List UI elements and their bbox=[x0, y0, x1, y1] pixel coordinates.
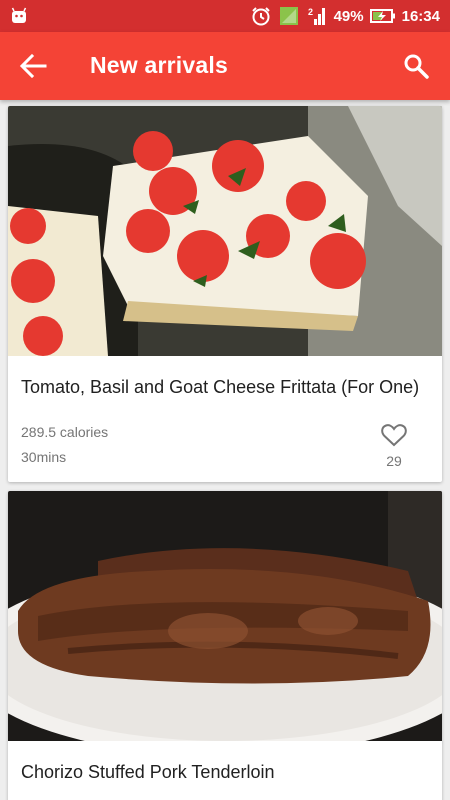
battery-percent: 49% bbox=[333, 7, 364, 25]
recipe-calories: 289.5 calories bbox=[21, 424, 109, 440]
recipe-title[interactable]: Tomato, Basil and Goat Cheese Frittata (… bbox=[21, 377, 419, 398]
frittata-photo[interactable] bbox=[8, 106, 442, 356]
sim-label: 2 bbox=[308, 7, 313, 17]
search-icon[interactable] bbox=[402, 52, 430, 80]
signal-icon bbox=[279, 7, 298, 25]
pork-tenderloin-photo[interactable] bbox=[8, 491, 442, 741]
android-notification-icon bbox=[11, 7, 27, 23]
recipe-card[interactable]: Chorizo Stuffed Pork Tenderloin bbox=[8, 491, 442, 800]
heart-icon[interactable] bbox=[380, 422, 408, 448]
arrow-back-icon[interactable] bbox=[18, 52, 48, 80]
battery-charging-icon bbox=[369, 9, 395, 23]
status-bar: 2 49% 16:34 bbox=[0, 0, 450, 32]
clock: 16:34 bbox=[401, 7, 440, 25]
recipe-title[interactable]: Chorizo Stuffed Pork Tenderloin bbox=[21, 762, 275, 783]
app-bar: New arrivals bbox=[0, 32, 450, 100]
recipe-card[interactable]: Tomato, Basil and Goat Cheese Frittata (… bbox=[8, 106, 442, 482]
page-title: New arrivals bbox=[90, 52, 228, 78]
recipe-time: 30mins bbox=[21, 449, 67, 465]
alarm-icon bbox=[251, 7, 270, 26]
signal-icon: 2 bbox=[308, 7, 325, 25]
favorite-count: 29 bbox=[386, 453, 402, 469]
